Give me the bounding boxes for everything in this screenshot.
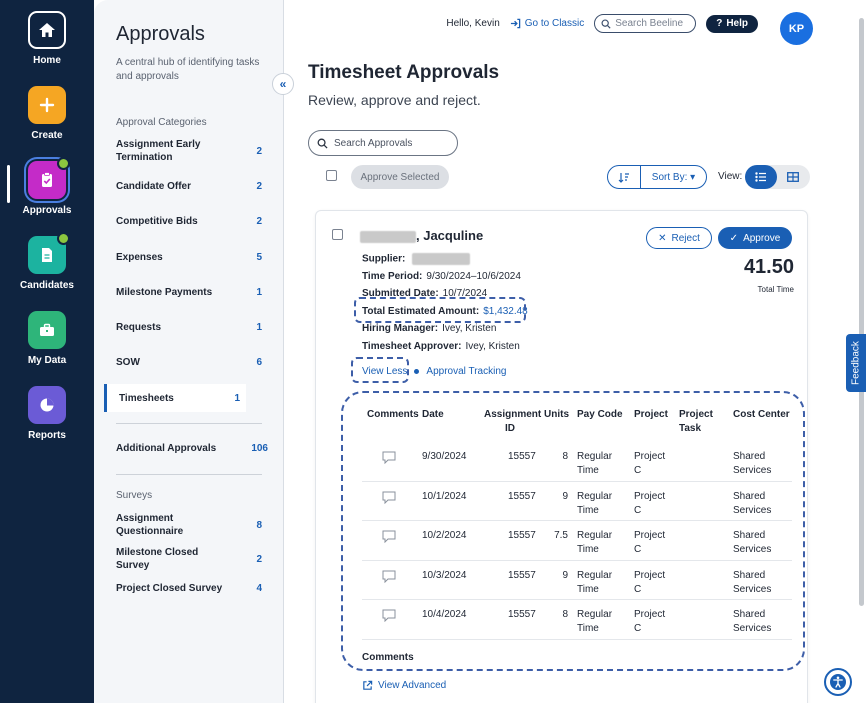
hiring-manager-field: Hiring Manager: Ivey, Kristen: [362, 323, 497, 334]
scrollbar[interactable]: [859, 18, 864, 606]
approvals-panel: Approvals A central hub of identifying t…: [94, 0, 284, 703]
category-item[interactable]: Candidate Offer 2: [116, 180, 262, 193]
question-icon: ?: [716, 18, 723, 29]
grid-view-button[interactable]: [777, 165, 809, 189]
categories-label: Approval Categories: [116, 117, 207, 128]
page-title: Timesheet Approvals: [308, 62, 500, 83]
double-chevron-left-icon: «: [279, 77, 287, 91]
list-icon: [755, 172, 766, 182]
approval-tracking-link[interactable]: Approval Tracking: [426, 366, 506, 377]
document-icon: [28, 232, 70, 274]
go-to-classic-link[interactable]: Go to Classic: [510, 18, 584, 29]
view-label: View:: [718, 171, 743, 182]
panel-subtitle: A central hub of identifying tasks and a…: [116, 57, 260, 82]
table-icon: [787, 172, 799, 182]
survey-item[interactable]: Milestone Closed Survey 2: [116, 546, 262, 572]
rail-reports[interactable]: Reports: [0, 386, 94, 441]
clipboard-check-icon: [28, 157, 70, 199]
total-time-value: 41.50: [743, 256, 794, 278]
reject-button[interactable]: ✕ Reject: [646, 227, 712, 249]
time-period-field: Time Period: 9/30/2024–10/6/2024: [362, 271, 521, 282]
view-advanced-link[interactable]: View Advanced: [362, 680, 446, 691]
collapse-panel-button[interactable]: «: [272, 73, 294, 95]
category-item[interactable]: Competitive Bids 2: [116, 215, 262, 228]
timesheet-approver-field: Timesheet Approver: Ivey, Kristen: [362, 341, 520, 352]
supplier-field: Supplier:: [362, 253, 471, 265]
approve-button[interactable]: ✓ Approve: [718, 227, 792, 249]
notification-dot: [57, 232, 70, 245]
total-time-label: Total Time: [757, 285, 794, 294]
annotation-highlight: [341, 391, 805, 671]
rail-home[interactable]: Home: [0, 11, 94, 66]
search-beeline-input[interactable]: Search Beeline: [594, 14, 697, 33]
avatar[interactable]: KP: [780, 12, 813, 45]
annotation-highlight: [351, 357, 409, 383]
category-item[interactable]: Requests 1: [116, 321, 262, 334]
sort-by-dropdown[interactable]: Sort By: ▾: [641, 172, 706, 183]
category-item[interactable]: Milestone Payments 1: [116, 286, 262, 299]
category-item[interactable]: Expenses 5: [116, 251, 262, 264]
sign-in-icon: [510, 18, 521, 29]
home-icon: [28, 11, 66, 49]
redacted-supplier: [412, 253, 471, 265]
caret-down-icon: ▾: [690, 171, 696, 183]
select-all-checkbox[interactable]: [326, 170, 337, 181]
surveys-label: Surveys: [116, 490, 153, 501]
rail-candidates[interactable]: Candidates: [0, 232, 94, 291]
accessibility-button[interactable]: [824, 668, 852, 696]
search-approvals-input[interactable]: Search Approvals: [308, 130, 458, 156]
search-icon: [601, 18, 611, 29]
external-link-icon: [363, 680, 373, 690]
plus-icon: [28, 86, 66, 124]
category-item[interactable]: SOW 6: [116, 356, 262, 369]
panel-title: Approvals: [116, 23, 205, 45]
sort-order-button[interactable]: [608, 166, 641, 188]
list-view-button[interactable]: [745, 165, 777, 189]
sort-icon: [618, 172, 629, 183]
annotation-highlight: [354, 297, 526, 323]
rail-my-data[interactable]: My Data: [0, 311, 94, 366]
redacted-surname: [360, 230, 416, 243]
divider: [116, 423, 262, 424]
notification-dot: [57, 157, 70, 170]
nav-rail: Home Create Approvals Candidates My Data…: [0, 0, 94, 703]
sort-control: Sort By: ▾: [607, 165, 707, 189]
help-button[interactable]: ? Help: [706, 14, 758, 33]
accessibility-icon: [830, 674, 846, 690]
rail-create[interactable]: Create: [0, 86, 94, 141]
survey-item[interactable]: Project Closed Survey 4: [116, 582, 262, 595]
approve-selected-button[interactable]: Approve Selected: [351, 165, 449, 189]
pie-chart-icon: [28, 386, 66, 424]
category-item-timesheets[interactable]: Timesheets 1: [104, 384, 246, 412]
view-toggle: [745, 165, 810, 189]
greeting: Hello, Kevin: [446, 18, 500, 29]
card-checkbox[interactable]: [332, 229, 343, 240]
worker-name: , Jacquline: [360, 228, 483, 243]
check-icon: ✓: [729, 232, 739, 244]
top-bar: Hello, Kevin Go to Classic Search Beelin…: [446, 14, 758, 33]
rail-approvals[interactable]: Approvals: [0, 157, 94, 216]
separator-dot: [414, 369, 420, 374]
briefcase-icon: [28, 311, 66, 349]
page-subtitle: Review, approve and reject.: [308, 92, 481, 108]
close-icon: ✕: [658, 232, 667, 244]
feedback-tab[interactable]: Feedback: [846, 334, 866, 392]
survey-item[interactable]: Assignment Questionnaire 8: [116, 512, 262, 538]
additional-approvals[interactable]: Additional Approvals 106: [116, 442, 268, 455]
search-icon: [317, 138, 328, 149]
category-item[interactable]: Assignment Early Termination 2: [116, 138, 262, 164]
divider: [116, 474, 262, 475]
